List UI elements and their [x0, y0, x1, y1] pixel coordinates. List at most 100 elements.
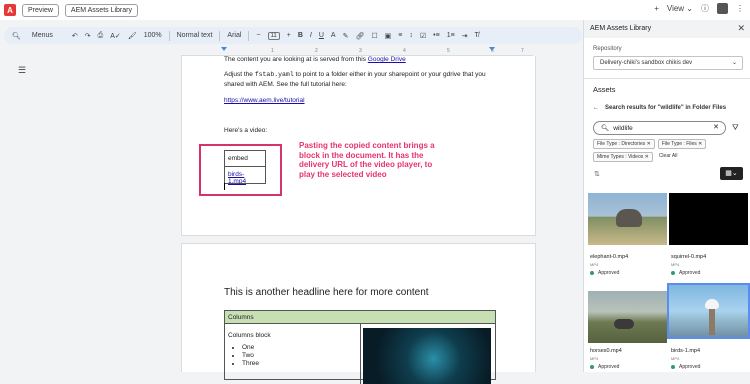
align-icon[interactable]: ≡ — [398, 32, 402, 39]
aem-assets-panel: AEM Assets Library ✕ Repository Delivery… — [583, 20, 750, 372]
paint-format-icon[interactable]: 🖌︎ — [128, 32, 137, 40]
tutorial-link[interactable]: https://www.aem.live/tutorial — [224, 97, 305, 104]
link-icon[interactable]: 🔗︎ — [355, 32, 364, 40]
checklist-icon[interactable]: ☑ — [420, 32, 426, 40]
left-indent-marker[interactable] — [221, 47, 227, 51]
redo-icon[interactable]: ↷ — [85, 32, 91, 40]
close-icon[interactable]: ✕ — [737, 23, 745, 34]
asset-thumbnail-selected[interactable] — [667, 283, 750, 339]
asset-type: MP4 — [671, 262, 680, 267]
avatar[interactable] — [717, 3, 728, 14]
sort-icon[interactable]: ⇅ — [594, 170, 600, 178]
info-icon[interactable]: ⓘ — [701, 3, 709, 14]
status-badge: Approved — [590, 270, 619, 276]
status-label: Approved — [598, 364, 620, 370]
list-item: Three — [242, 360, 357, 368]
bird-shape — [705, 299, 719, 309]
docs-toolbar: 🔍︎ Menus ↶ ↷ ⎙ A✓ 🖌︎ 100% Normal text Ar… — [4, 27, 582, 44]
image-icon[interactable]: ▣ — [385, 32, 392, 40]
repository-label: Repository — [593, 46, 622, 52]
paragraph-text: to point to a folder either in your shar… — [293, 71, 486, 78]
text-color-icon[interactable]: A — [331, 32, 336, 39]
undo-icon[interactable]: ↶ — [72, 32, 78, 40]
columns-table[interactable]: Columns Columns block One Two Three — [224, 310, 496, 384]
underline-icon[interactable]: U — [319, 32, 324, 39]
menus-search[interactable]: 🔍︎ Menus — [12, 32, 60, 40]
ruler-tick: 2 — [315, 48, 318, 54]
clear-search-icon[interactable]: ✕ — [713, 123, 719, 131]
font-size-decrease[interactable]: − — [256, 32, 260, 39]
grid-view-button[interactable]: ▦⌄ — [720, 167, 743, 180]
headline: This is another headline here for more c… — [224, 287, 429, 298]
filter-tag[interactable]: Mime Types : Videos ✕ — [593, 152, 653, 162]
search-icon: 🔍︎ — [601, 125, 610, 132]
font-size-increase[interactable]: + — [287, 32, 291, 39]
text-cursor — [224, 183, 225, 190]
filter-icon[interactable]: ⛛ — [732, 123, 739, 133]
embed-table[interactable]: embed birds-1.mp4 — [224, 150, 266, 185]
columns-image — [363, 328, 491, 384]
asset-name[interactable]: birds-1.mp4 — [671, 348, 700, 354]
line-spacing-icon[interactable]: ↕ — [409, 32, 413, 39]
status-label: Approved — [679, 364, 701, 370]
zoom-select[interactable]: 100% — [144, 32, 162, 39]
list-item: Two — [242, 352, 357, 360]
font-select[interactable]: Arial — [227, 32, 241, 39]
google-drive-link[interactable]: Google Drive — [368, 56, 406, 63]
asset-type: MP4 — [590, 262, 599, 267]
asset-thumbnail[interactable] — [669, 193, 748, 245]
filter-tag[interactable]: File Type : Files ✕ — [657, 139, 707, 149]
status-dot — [671, 365, 675, 369]
embed-table-header: embed — [225, 151, 265, 167]
toolbar-divider — [168, 30, 170, 41]
filter-tag[interactable]: File Type : Directories ✕ — [593, 139, 655, 149]
embed-video-link[interactable]: birds-1.mp4 — [228, 171, 246, 185]
document-page[interactable]: The content you are looking at is served… — [181, 56, 536, 236]
document-page[interactable]: This is another headline here for more c… — [181, 243, 536, 384]
style-select[interactable]: Normal text — [177, 32, 213, 39]
bold-icon[interactable]: B — [298, 32, 303, 39]
ruler-tick: 5 — [447, 48, 450, 54]
add-icon[interactable]: + — [654, 4, 659, 13]
more-icon[interactable]: ⋮ — [736, 4, 744, 13]
repository-select[interactable]: Delivery-chiki's sandbox chikis dev ⌄ — [593, 56, 743, 70]
top-right-actions: + View ⌄ ⓘ ⋮ — [654, 3, 744, 14]
ruler-tick: 7 — [521, 48, 524, 54]
asset-name[interactable]: horses0.mp4 — [590, 348, 622, 354]
paragraph-text: The content you are looking at is served… — [224, 56, 368, 63]
paragraph-tutorial: https://www.aem.live/tutorial — [224, 96, 305, 106]
status-dot — [671, 271, 675, 275]
font-size-input[interactable]: 11 — [267, 31, 280, 40]
columns-table-header: Columns — [225, 311, 495, 324]
asset-name[interactable]: elephant-0.mp4 — [590, 254, 628, 260]
comment-icon[interactable]: ☐ — [371, 32, 377, 40]
search-input[interactable]: 🔍︎ wildlife ✕ — [593, 121, 726, 135]
ruler-tick: 1 — [271, 48, 274, 54]
aem-assets-library-button[interactable]: AEM Assets Library — [64, 3, 138, 17]
clear-format-icon[interactable]: T̸ — [475, 32, 479, 39]
chevron-down-icon: ⌄ — [731, 60, 737, 66]
asset-thumbnail[interactable] — [588, 193, 667, 245]
asset-name[interactable]: squirrel-0.mp4 — [671, 254, 706, 260]
preview-button[interactable]: Preview — [22, 3, 59, 17]
document-outline-icon[interactable]: ☰ — [18, 65, 26, 76]
annotation-text: Pasting the copied content brings a bloc… — [299, 141, 435, 179]
indent-icon[interactable]: ⇥ — [462, 32, 468, 40]
search-results-row: ← Search results for "wildlife" in Folde… — [593, 105, 726, 111]
asset-thumbnail[interactable] — [588, 291, 667, 343]
numbered-list-icon[interactable]: 1≡ — [447, 32, 455, 39]
highlight-icon[interactable]: ✎ — [343, 32, 349, 40]
status-badge: Approved — [671, 270, 700, 276]
clear-all-button[interactable]: Clear All — [656, 152, 681, 162]
assets-heading: Assets — [593, 85, 616, 94]
back-arrow-icon[interactable]: ← — [593, 105, 599, 111]
paragraph-adjust: Adjust the fstab.yaml to point to a fold… — [224, 70, 486, 80]
columns-block-label: Columns block — [228, 332, 271, 339]
bullet-list-icon[interactable]: •≡ — [433, 32, 440, 39]
view-menu[interactable]: View ⌄ — [667, 4, 693, 13]
status-label: Approved — [679, 270, 701, 276]
italic-icon[interactable]: I — [310, 32, 312, 39]
menus-search-label: Menus — [31, 32, 53, 39]
print-icon[interactable]: ⎙ — [98, 32, 104, 40]
spellcheck-icon[interactable]: A✓ — [110, 32, 121, 40]
